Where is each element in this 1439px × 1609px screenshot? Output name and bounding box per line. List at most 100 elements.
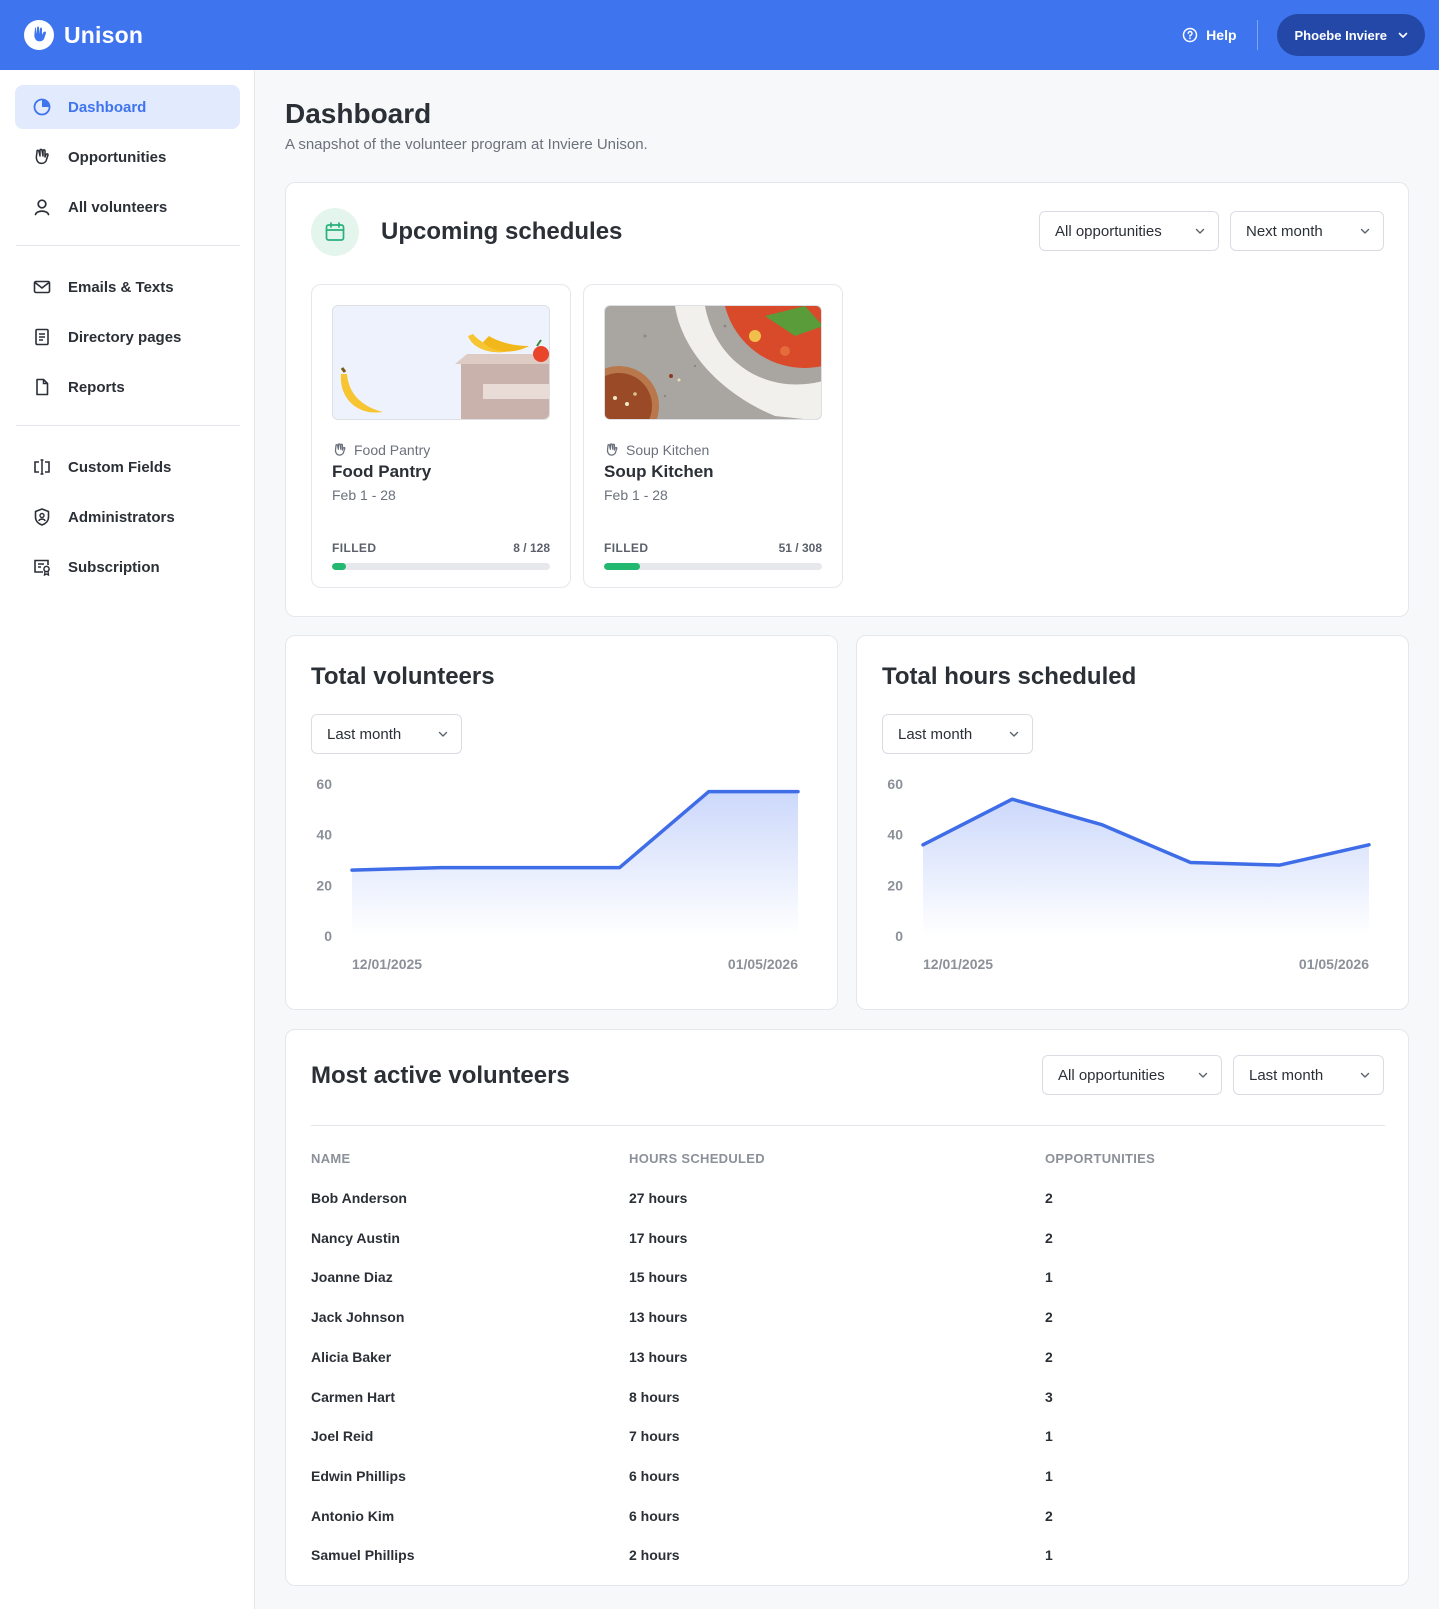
table-row[interactable]: Alicia Baker 13 hours 2 <box>286 1349 1360 1389</box>
food-pantry-image <box>332 305 550 420</box>
chevron-down-icon <box>1360 228 1370 234</box>
most-active-volunteers-card: Most active volunteers All opportunities… <box>285 1029 1409 1586</box>
sidebar-item-label: Dashboard <box>68 98 147 116</box>
user-menu-button[interactable]: Phoebe Inviere <box>1276 14 1425 56</box>
column-header-opportunities: OPPORTUNITIES <box>1045 1151 1156 1166</box>
sidebar-item-label: Administrators <box>68 508 175 526</box>
filled-label: FILLED <box>604 541 649 555</box>
table-row[interactable]: Joanne Diaz 15 hours 1 <box>286 1269 1360 1309</box>
filled-progress-bar <box>332 563 550 570</box>
hours-cell: 6 hours <box>629 1507 680 1524</box>
table-row[interactable]: Nancy Austin 17 hours 2 <box>286 1230 1360 1270</box>
volunteer-name-cell: Joanne Diaz <box>311 1269 393 1286</box>
sidebar-item-directory-pages[interactable]: Directory pages <box>15 315 240 359</box>
sidebar-item-all-volunteers[interactable]: All volunteers <box>15 185 240 229</box>
volunteer-name-cell: Samuel Phillips <box>311 1547 415 1564</box>
schedule-card-food-pantry[interactable]: Food Pantry Food Pantry Feb 1 - 28 FILLE… <box>311 284 571 588</box>
hours-cell: 8 hours <box>629 1388 680 1405</box>
page-subtitle: A snapshot of the volunteer program at I… <box>285 136 648 153</box>
table-row[interactable]: Antonio Kim 6 hours 2 <box>286 1508 1360 1548</box>
soup-kitchen-image <box>604 305 822 420</box>
volunteer-name-cell: Carmen Hart <box>311 1388 396 1405</box>
sidebar-item-label: Subscription <box>68 558 160 576</box>
chevron-down-icon <box>1360 1072 1370 1078</box>
sidebar-item-label: Custom Fields <box>68 458 172 476</box>
table-row[interactable]: Carmen Hart 8 hours 3 <box>286 1389 1360 1429</box>
top-bar: Unison Help Phoebe Inviere <box>0 0 1439 70</box>
hand-heart-icon <box>606 443 618 456</box>
calendar-icon <box>311 208 359 256</box>
filled-progress-fill <box>332 563 346 570</box>
schedule-category-label: Soup Kitchen <box>626 442 710 458</box>
hours-cell: 2 hours <box>629 1547 680 1564</box>
hours-cell: 27 hours <box>629 1190 688 1206</box>
filled-progress-fill <box>604 563 641 570</box>
y-tick-label: 40 <box>316 827 332 843</box>
sidebar-item-custom-fields[interactable]: Custom Fields <box>15 445 240 489</box>
opportunities-cell: 1 <box>1045 1269 1053 1286</box>
sidebar-item-label: All volunteers <box>68 198 168 216</box>
opportunities-cell: 1 <box>1045 1428 1053 1445</box>
sidebar-item-opportunities[interactable]: Opportunities <box>15 135 240 179</box>
filled-progress-bar <box>604 563 822 570</box>
active-opportunity-select[interactable]: All opportunities <box>1042 1055 1222 1095</box>
total-volunteers-card: Total volunteers Last month 0 20 40 60 12/01… <box>285 635 838 1010</box>
series-area <box>352 791 798 936</box>
filled-count: 8 / 128 <box>513 541 550 555</box>
most-active-title: Most active volunteers <box>311 1062 570 1089</box>
total-hours-chart: 0 20 40 60 12/01/2025 01/05/2026 <box>887 776 1371 972</box>
sidebar-item-label: Directory pages <box>68 328 182 346</box>
sidebar-item-administrators[interactable]: Administrators <box>15 495 240 539</box>
table-row[interactable]: Samuel Phillips 2 hours 1 <box>286 1547 1360 1587</box>
table-row[interactable]: Jack Johnson 13 hours 2 <box>286 1309 1360 1349</box>
sidebar-item-reports[interactable]: Reports <box>15 365 240 409</box>
opportunities-cell: 2 <box>1045 1507 1053 1524</box>
table-row[interactable]: Bob Anderson 27 hours 2 <box>286 1190 1360 1230</box>
table-row[interactable]: Joel Reid 7 hours 1 <box>286 1428 1360 1468</box>
sidebar: Dashboard Opportunities All volunteers E… <box>0 70 255 1609</box>
opportunities-cell: 2 <box>1045 1348 1053 1365</box>
sidebar-item-label: Opportunities <box>68 148 167 166</box>
help-link[interactable]: Help <box>1182 20 1258 50</box>
period-filter-select[interactable]: Next month <box>1230 211 1384 251</box>
help-label: Help <box>1206 27 1237 43</box>
document-list-icon <box>32 327 52 347</box>
opportunities-cell: 1 <box>1045 1547 1053 1564</box>
unison-logo-icon <box>24 20 54 50</box>
active-period-select[interactable]: Last month <box>1233 1055 1384 1095</box>
schedule-name: Food Pantry <box>332 462 432 481</box>
x-tick-label: 01/05/2026 <box>1299 956 1369 972</box>
x-tick-label: 01/05/2026 <box>728 956 798 972</box>
help-circle-icon <box>1182 27 1198 43</box>
column-header-name: NAME <box>311 1151 351 1166</box>
series-area <box>923 799 1369 936</box>
y-tick-label: 0 <box>324 928 332 944</box>
sidebar-item-dashboard[interactable]: Dashboard <box>15 85 240 129</box>
schedule-card-soup-kitchen[interactable]: Soup Kitchen Soup Kitchen Feb 1 - 28 FIL… <box>583 284 843 588</box>
opportunity-filter-select[interactable]: All opportunities <box>1039 211 1219 251</box>
opportunities-cell: 2 <box>1045 1229 1053 1246</box>
schedule-name: Soup Kitchen <box>604 462 714 481</box>
volunteer-name-cell: Bob Anderson <box>311 1190 407 1206</box>
sidebar-item-label: Emails & Texts <box>68 278 174 296</box>
volunteer-name-cell: Joel Reid <box>311 1428 374 1445</box>
y-tick-label: 60 <box>316 776 332 792</box>
mail-icon <box>32 277 52 297</box>
hours-cell: 17 hours <box>629 1229 688 1246</box>
y-tick-label: 20 <box>316 877 332 893</box>
total-hours-card: Total hours scheduled Last month 0 20 40 60… <box>856 635 1409 1010</box>
file-icon <box>32 377 52 397</box>
brand[interactable]: Unison <box>24 20 143 50</box>
certificate-icon <box>32 557 52 577</box>
chevron-down-icon <box>1195 228 1205 234</box>
table-row[interactable]: Edwin Phillips 6 hours 1 <box>286 1468 1360 1508</box>
chevron-down-icon <box>1198 1072 1208 1078</box>
schedule-dates: Feb 1 - 28 <box>332 487 396 503</box>
select-value: All opportunities <box>1055 222 1162 240</box>
hours-cell: 15 hours <box>629 1269 688 1286</box>
y-tick-label: 20 <box>887 877 903 893</box>
shield-user-icon <box>32 507 52 527</box>
sidebar-item-subscription[interactable]: Subscription <box>15 545 240 589</box>
y-tick-label: 60 <box>887 776 903 792</box>
sidebar-item-emails-texts[interactable]: Emails & Texts <box>15 265 240 309</box>
